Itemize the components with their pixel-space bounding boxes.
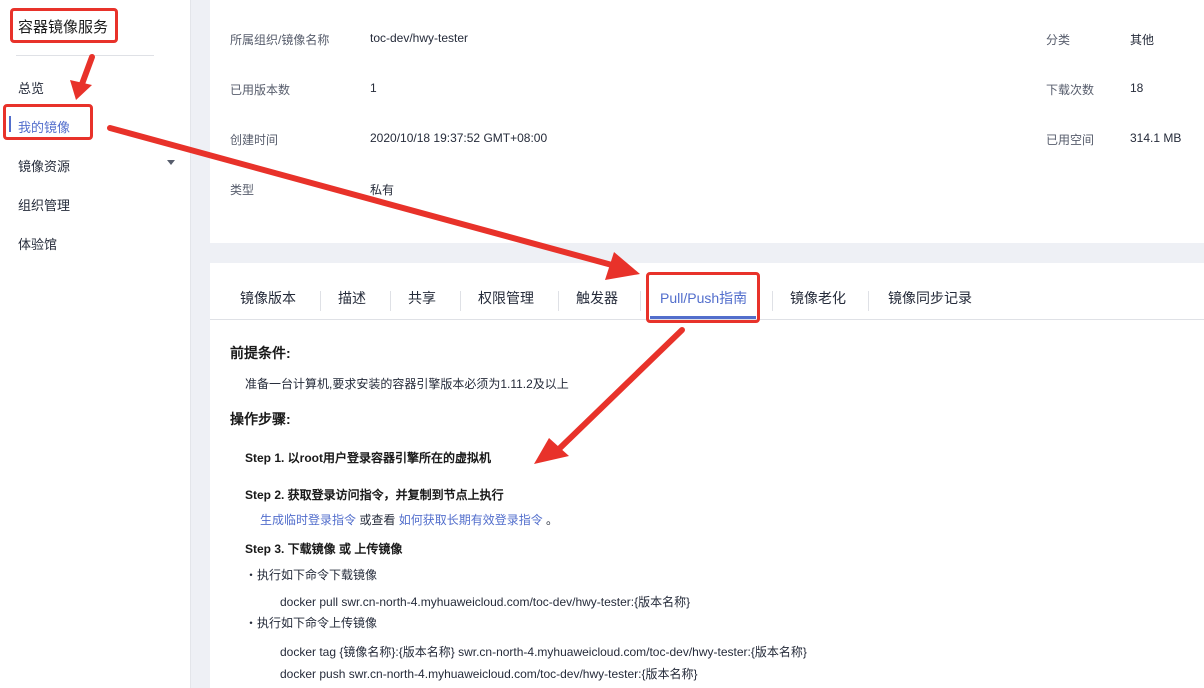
arrowhead-2 [605, 252, 640, 280]
arrow-3 [557, 327, 685, 451]
arrow-2 [107, 125, 615, 268]
annotation-arrows [70, 54, 685, 464]
arrow-1 [79, 54, 95, 87]
arrowhead-1 [70, 80, 92, 100]
